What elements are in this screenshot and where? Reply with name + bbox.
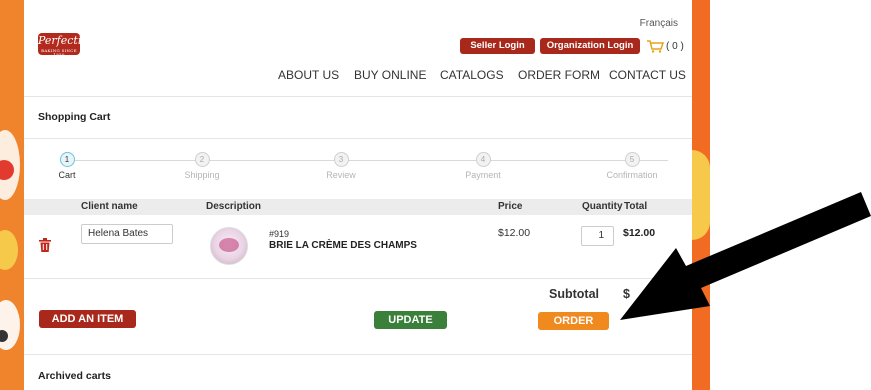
product-price: $12.00 xyxy=(498,227,531,239)
update-button[interactable]: UPDATE xyxy=(374,311,447,329)
step-label: Confirmation xyxy=(606,170,658,180)
main-panel: Français Perfection BAKING SINCE 1950 Se… xyxy=(24,0,692,390)
step-number: 2 xyxy=(194,152,210,167)
table-header: Client name Description Price Quantity T… xyxy=(24,199,692,215)
step-label: Payment xyxy=(465,170,501,180)
step-number: 4 xyxy=(475,152,491,167)
nav-contact-us[interactable]: CONTACT US xyxy=(609,68,686,82)
page-title: Shopping Cart xyxy=(38,111,111,123)
subtotal-label: Subtotal xyxy=(549,287,599,301)
shopping-cart-icon xyxy=(647,40,664,53)
step-number: 3 xyxy=(333,152,349,167)
step-label: Cart xyxy=(58,170,76,180)
step-number: 5 xyxy=(624,152,640,167)
nav-about-us[interactable]: ABOUT US xyxy=(278,68,339,82)
divider xyxy=(24,96,692,97)
header-client-name: Client name xyxy=(81,201,138,212)
language-link[interactable]: Français xyxy=(640,18,678,29)
header-price: Price xyxy=(498,201,523,212)
divider xyxy=(24,138,692,139)
background-decoration-left xyxy=(0,0,24,390)
cart-count: ( 0 ) xyxy=(666,40,684,52)
step-confirmation: 5 Confirmation xyxy=(592,152,672,180)
quantity-input[interactable]: 1 xyxy=(581,226,614,246)
product-sku: #919 xyxy=(269,229,290,239)
header-cart[interactable]: ( 0 ) xyxy=(646,38,686,54)
divider xyxy=(24,278,692,279)
archived-carts-title: Archived carts xyxy=(38,370,111,382)
step-shipping: 2 Shipping xyxy=(162,152,242,180)
step-label: Shipping xyxy=(184,170,220,180)
pointer-arrow-icon xyxy=(620,192,871,320)
nav-order-form[interactable]: ORDER FORM xyxy=(518,68,600,82)
logo-tagline: BAKING SINCE 1950 xyxy=(41,48,77,57)
perfection-logo[interactable]: Perfection BAKING SINCE 1950 xyxy=(38,33,95,57)
header-quantity: Quantity xyxy=(582,201,623,212)
order-button[interactable]: ORDER xyxy=(538,312,609,330)
main-nav: ABOUT US BUY ONLINE CATALOGS ORDER FORM … xyxy=(24,68,692,84)
step-review: 3 Review xyxy=(301,152,381,180)
nav-buy-online[interactable]: BUY ONLINE xyxy=(354,68,426,82)
seller-login-button[interactable]: Seller Login xyxy=(460,38,535,54)
product-image xyxy=(210,227,248,265)
step-cart: 1 Cart xyxy=(27,152,107,180)
step-number: 1 xyxy=(59,152,75,167)
organization-login-button[interactable]: Organization Login xyxy=(540,38,640,54)
logo-text: Perfection xyxy=(38,34,96,47)
trash-icon[interactable] xyxy=(39,238,51,252)
add-item-button[interactable]: ADD AN ITEM xyxy=(39,310,136,328)
client-name-input[interactable]: Helena Bates xyxy=(81,224,173,244)
divider xyxy=(24,354,692,355)
header-description: Description xyxy=(206,201,262,212)
step-label: Review xyxy=(326,170,356,180)
step-payment: 4 Payment xyxy=(443,152,523,180)
product-name: BRIE LA CRÈME DES CHAMPS xyxy=(269,240,417,251)
nav-catalogs[interactable]: CATALOGS xyxy=(440,68,504,82)
